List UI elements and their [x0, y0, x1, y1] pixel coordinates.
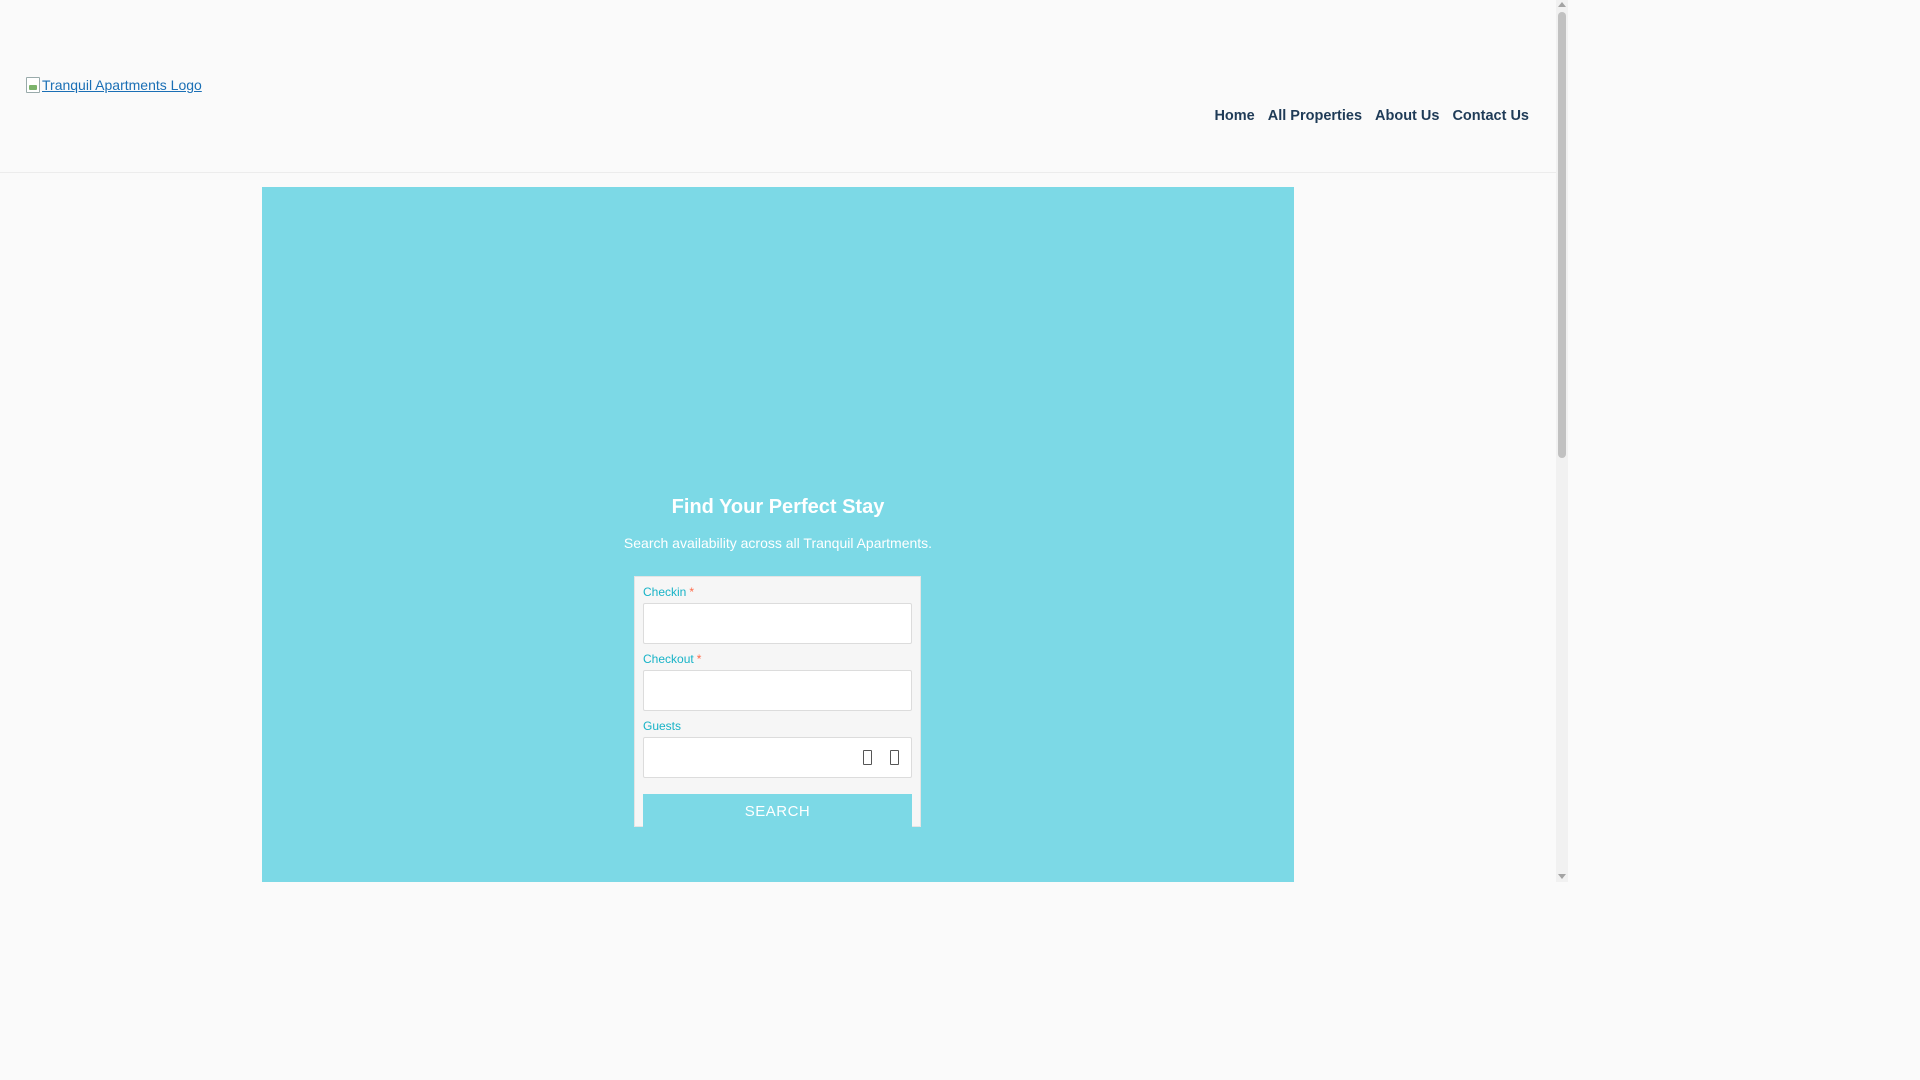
checkin-label-text: Checkin: [643, 585, 687, 599]
guests-increment-button[interactable]: [890, 750, 899, 765]
checkout-label: Checkout *: [643, 652, 912, 666]
nav-all-properties[interactable]: All Properties: [1268, 108, 1362, 124]
availability-search-form: Checkin * Checkout * Guests SEARCH: [634, 576, 921, 828]
nav-home[interactable]: Home: [1214, 108, 1254, 124]
hero-banner: Find Your Perfect Stay Search availabili…: [262, 187, 1294, 882]
site-header: Tranquil Apartments Logo Home All Proper…: [0, 0, 1556, 173]
guests-decrement-button[interactable]: [863, 750, 872, 765]
logo-alt-text: Tranquil Apartments Logo: [42, 77, 202, 93]
checkout-input[interactable]: [643, 670, 912, 711]
required-marker: *: [696, 652, 702, 666]
main-nav: Home All Properties About Us Contact Us: [1214, 108, 1529, 124]
guests-label: Guests: [643, 719, 912, 733]
checkout-label-text: Checkout: [643, 652, 694, 666]
broken-image-icon: [26, 77, 40, 93]
scroll-thumb[interactable]: [1558, 12, 1566, 458]
search-button[interactable]: SEARCH: [643, 794, 912, 828]
logo-link[interactable]: Tranquil Apartments Logo: [26, 77, 202, 93]
nav-contact-us[interactable]: Contact Us: [1452, 108, 1529, 124]
guests-label-text: Guests: [643, 719, 682, 733]
nav-about-us[interactable]: About Us: [1375, 108, 1439, 124]
scroll-down-arrow-icon[interactable]: [1558, 874, 1566, 879]
checkin-input[interactable]: [643, 603, 912, 644]
hero-title: Find Your Perfect Stay: [671, 496, 885, 518]
guests-stepper[interactable]: [643, 737, 912, 778]
required-marker: *: [689, 585, 695, 599]
guests-stepper-controls: [863, 750, 899, 765]
scroll-up-arrow-icon[interactable]: [1558, 2, 1566, 7]
hero-subtitle: Search availability across all Tranquil …: [623, 535, 933, 551]
page-scrollbar[interactable]: [1556, 0, 1568, 882]
checkin-label: Checkin *: [643, 585, 912, 599]
